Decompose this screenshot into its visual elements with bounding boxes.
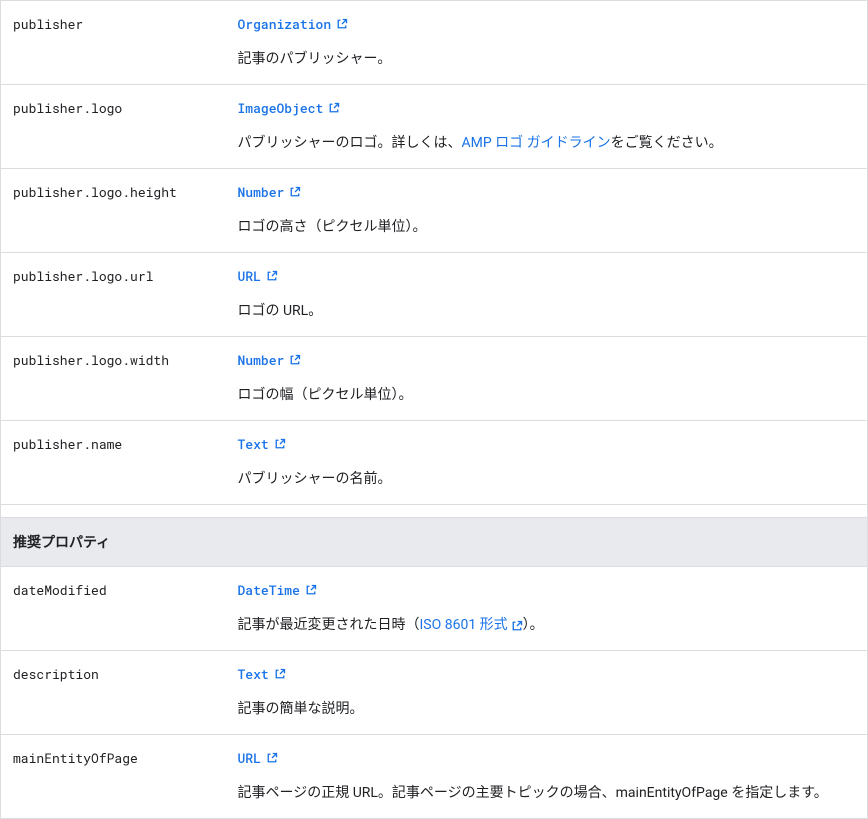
type-link[interactable]: ImageObject <box>238 99 341 117</box>
description: 記事ページの正規 URL。記事ページの主要トピックの場合、mainEntityO… <box>238 783 856 804</box>
description-text: ロゴの高さ（ピクセル単位）。 <box>238 219 427 235</box>
description-text: をご覧ください。 <box>611 135 723 151</box>
property-row: publisher.logo ImageObject パブリッシャーのロゴ。詳しくは… <box>1 85 868 169</box>
description-text: 記事の簡単な説明。 <box>238 701 364 717</box>
description: 記事のパブリッシャー。 <box>238 49 856 70</box>
property-row: publisher Organization 記事のパブリッシャー。 <box>1 1 868 85</box>
description: ロゴの高さ（ピクセル単位）。 <box>238 217 856 238</box>
type-link[interactable]: DateTime <box>238 581 317 599</box>
description: ロゴの幅（ピクセル単位）。 <box>238 385 856 406</box>
properties-table: publisherOrganization記事のパブリッシャー。publishe… <box>0 0 868 819</box>
property-row: mainEntityOfPage URL 記事ページの正規 URL。記事ページの主要… <box>1 735 868 819</box>
type-label: URL <box>238 267 261 285</box>
inline-link[interactable]: ISO 8601 形式 <box>420 615 523 636</box>
description-text: 記事ページの正規 URL。記事ページの主要トピックの場合、mainEntityO… <box>238 785 828 801</box>
type-link[interactable]: Text <box>238 665 286 683</box>
external-link-icon <box>274 668 286 680</box>
property-row: publisher.logo.height Number ロゴの高さ（ピクセル単位）… <box>1 169 868 253</box>
description-text: 記事が最近変更された日時（ <box>238 617 420 633</box>
description: パブリッシャーのロゴ。詳しくは、AMP ロゴ ガイドラインをご覧ください。 <box>238 133 856 154</box>
type-link[interactable]: URL <box>238 267 278 285</box>
type-label: Text <box>238 665 269 683</box>
external-link-icon <box>328 102 340 114</box>
type-link[interactable]: Organization <box>238 15 349 33</box>
description-text: ロゴの幅（ピクセル単位）。 <box>238 387 413 403</box>
external-link-icon <box>289 354 301 366</box>
property-description: Number ロゴの高さ（ピクセル単位）。 <box>226 169 868 253</box>
external-link-icon <box>289 186 301 198</box>
description: 記事の簡単な説明。 <box>238 699 856 720</box>
external-link-icon <box>511 620 523 632</box>
type-link[interactable]: Text <box>238 435 286 453</box>
property-name: mainEntityOfPage <box>1 735 226 819</box>
description: 記事が最近変更された日時（ISO 8601 形式 ）。 <box>238 615 856 636</box>
type-label: Number <box>238 183 285 201</box>
description-text: ロゴの URL。 <box>238 303 323 319</box>
type-label: DateTime <box>238 581 300 599</box>
property-name: dateModified <box>1 567 226 651</box>
type-label: Organization <box>238 15 332 33</box>
property-name: publisher.logo <box>1 85 226 169</box>
property-name: publisher.logo.width <box>1 337 226 421</box>
type-label: ImageObject <box>238 99 324 117</box>
property-description: ImageObject パブリッシャーのロゴ。詳しくは、AMP ロゴ ガイドライン… <box>226 85 868 169</box>
property-description: URL 記事ページの正規 URL。記事ページの主要トピックの場合、mainEnti… <box>226 735 868 819</box>
description-text: パブリッシャーの名前。 <box>238 471 392 487</box>
description: ロゴの URL。 <box>238 301 856 322</box>
property-row: publisher.logo.width Number ロゴの幅（ピクセル単位）。 <box>1 337 868 421</box>
type-label: Number <box>238 351 285 369</box>
property-description: DateTime 記事が最近変更された日時（ISO 8601 形式 ）。 <box>226 567 868 651</box>
type-link[interactable]: URL <box>238 749 278 767</box>
description-text: パブリッシャーのロゴ。詳しくは、 <box>238 135 462 151</box>
property-row: publisher.name Text パブリッシャーの名前。 <box>1 421 868 505</box>
type-label: URL <box>238 749 261 767</box>
property-row: description Text 記事の簡単な説明。 <box>1 651 868 735</box>
external-link-icon <box>274 438 286 450</box>
type-link[interactable]: Number <box>238 351 302 369</box>
spacer-row <box>1 505 868 518</box>
external-link-icon <box>336 18 348 30</box>
property-description: Text 記事の簡単な説明。 <box>226 651 868 735</box>
property-description: Text パブリッシャーの名前。 <box>226 421 868 505</box>
external-link-icon <box>266 270 278 282</box>
property-name: description <box>1 651 226 735</box>
external-link-icon <box>305 584 317 596</box>
property-description: Organization 記事のパブリッシャー。 <box>226 1 868 85</box>
type-label: Text <box>238 435 269 453</box>
description-text: ）。 <box>523 617 544 633</box>
property-name: publisher <box>1 1 226 85</box>
section-header-row: 推奨プロパティ <box>1 518 868 567</box>
type-link[interactable]: Number <box>238 183 302 201</box>
property-name: publisher.name <box>1 421 226 505</box>
property-row: publisher.logo.url URL ロゴの URL。 <box>1 253 868 337</box>
inline-link[interactable]: AMP ロゴ ガイドライン <box>462 133 611 154</box>
property-description: Number ロゴの幅（ピクセル単位）。 <box>226 337 868 421</box>
description: パブリッシャーの名前。 <box>238 469 856 490</box>
property-row: dateModified DateTime 記事が最近変更された日時（ISO 860… <box>1 567 868 651</box>
description-text: 記事のパブリッシャー。 <box>238 51 392 67</box>
external-link-icon <box>266 752 278 764</box>
property-name: publisher.logo.url <box>1 253 226 337</box>
section-header: 推奨プロパティ <box>1 518 868 567</box>
property-description: URL ロゴの URL。 <box>226 253 868 337</box>
property-name: publisher.logo.height <box>1 169 226 253</box>
